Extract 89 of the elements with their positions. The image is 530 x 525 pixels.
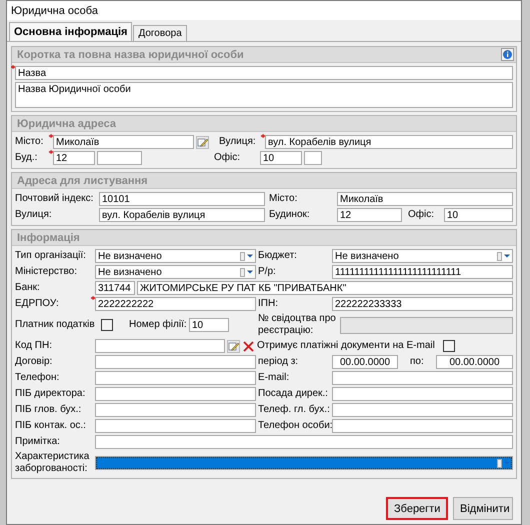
tab[interactable]: Основна інформація bbox=[9, 22, 132, 41]
text-field[interactable] bbox=[95, 387, 256, 401]
field-label: E-mail: bbox=[258, 372, 290, 384]
text-field[interactable] bbox=[332, 371, 513, 385]
field-label: Примітка: bbox=[15, 436, 61, 448]
text-field[interactable]: 2222222222 bbox=[95, 297, 256, 311]
text-area[interactable]: Назва Юридичної особи bbox=[15, 82, 513, 108]
text-field[interactable]: 12 bbox=[53, 151, 95, 165]
field-label: Телеф. гл. бух.: bbox=[258, 404, 330, 416]
edit-button[interactable] bbox=[196, 136, 209, 148]
text-field[interactable] bbox=[95, 355, 256, 369]
text-field[interactable]: вул. Корабелів вулиця bbox=[99, 208, 265, 222]
field-label: ЕДРПОУ: bbox=[15, 298, 60, 310]
dropdown-arrow-icon bbox=[497, 458, 511, 468]
field-label: Офіс: bbox=[214, 152, 242, 164]
field-label: Бюджет: bbox=[258, 250, 298, 262]
text-field[interactable] bbox=[95, 339, 225, 353]
section-title: Коротка та повна назва юридичної особи bbox=[17, 48, 244, 60]
dropdown-arrow-icon bbox=[240, 267, 254, 277]
text-field[interactable] bbox=[95, 371, 256, 385]
field-label: Платник податків bbox=[15, 319, 96, 331]
info-icon[interactable] bbox=[501, 48, 514, 61]
text-field[interactable]: вул. Корабелів вулиця bbox=[265, 135, 513, 149]
field-label: Буд.: bbox=[15, 152, 38, 164]
text-field[interactable] bbox=[95, 435, 513, 449]
text-field[interactable] bbox=[332, 387, 513, 401]
save-button[interactable]: Зберегти bbox=[386, 497, 448, 520]
field-label: Телефон: bbox=[15, 372, 60, 384]
checkbox[interactable] bbox=[101, 319, 113, 331]
dropdown[interactable] bbox=[95, 456, 513, 470]
text-field[interactable]: 311744 bbox=[95, 281, 135, 295]
field-label: Місто: bbox=[15, 136, 44, 148]
dropdown[interactable]: Не визначено bbox=[95, 249, 256, 263]
cancel-button[interactable]: Відмінити bbox=[453, 497, 513, 520]
text-field[interactable]: 11111111111111111111111111 bbox=[332, 265, 513, 279]
text-field[interactable] bbox=[97, 151, 142, 165]
field-label: Банк: bbox=[15, 282, 41, 294]
field-label: Посада дирек.: bbox=[258, 388, 329, 400]
text-field[interactable]: 10101 bbox=[99, 192, 265, 206]
field-label: період з: bbox=[258, 356, 300, 368]
dropdown-arrow-icon bbox=[240, 251, 254, 261]
edit-button[interactable] bbox=[227, 340, 240, 352]
field-label: Характеристика заборгованості: bbox=[15, 451, 90, 475]
field-label: по: bbox=[410, 356, 425, 368]
field-label: Отримує платіжні документи на E-mail bbox=[257, 340, 436, 352]
text-field[interactable]: ЖИТОМИРСЬКЕ РУ ПАТ КБ "ПРИВАТБАНК" bbox=[137, 281, 513, 295]
field-label: ПІБ глов. бух.: bbox=[15, 404, 82, 416]
field-label: Офіс: bbox=[408, 209, 436, 221]
text-field[interactable]: Миколаїв bbox=[337, 192, 513, 206]
date-field[interactable]: 00.00.0000 bbox=[436, 355, 513, 369]
text-field[interactable] bbox=[95, 419, 256, 433]
field-label: ПІБ контак. ос.: bbox=[15, 420, 87, 432]
field-label: ПІБ директора: bbox=[15, 388, 86, 400]
field-label: ІПН: bbox=[258, 298, 279, 310]
dropdown[interactable]: Не визначено bbox=[332, 249, 513, 263]
field-label: Вулиця: bbox=[15, 209, 53, 221]
field-label: № свідоцтва про реєстрацію: bbox=[258, 313, 337, 337]
field-label: Почтовий індекс: bbox=[15, 193, 94, 205]
section-title: Інформація bbox=[17, 232, 80, 244]
field-label: Р/р: bbox=[258, 266, 277, 278]
dropdown[interactable]: Не визначено bbox=[95, 265, 256, 279]
field-label: Вулиця: bbox=[219, 136, 257, 148]
text-field[interactable] bbox=[304, 151, 322, 165]
close-button[interactable] bbox=[242, 340, 255, 352]
tab[interactable]: Договора bbox=[133, 25, 187, 41]
field-label: Телефон особи: bbox=[258, 420, 330, 432]
dropdown-arrow-icon bbox=[497, 251, 511, 261]
text-field[interactable]: Назва bbox=[15, 66, 513, 80]
text-field[interactable]: 222222233333 bbox=[332, 297, 513, 311]
date-field[interactable]: 00.00.0000 bbox=[332, 355, 398, 369]
field-label: Міністерство: bbox=[15, 266, 78, 278]
field-label: Договір: bbox=[15, 356, 54, 368]
field-label: Код ПН: bbox=[15, 340, 53, 352]
field-label: Будинок: bbox=[269, 209, 311, 221]
text-field[interactable]: 12 bbox=[337, 208, 402, 222]
window-title: Юридична особа bbox=[11, 4, 98, 16]
field-label: Номер філії: bbox=[129, 319, 187, 331]
text-field[interactable]: 10 bbox=[444, 208, 513, 222]
text-field[interactable] bbox=[332, 419, 513, 433]
text-field[interactable]: Миколаїв bbox=[53, 135, 194, 149]
field-label: Тип організації: bbox=[15, 250, 87, 262]
text-field[interactable] bbox=[332, 403, 513, 417]
checkbox[interactable] bbox=[443, 340, 455, 352]
text-field[interactable]: 10 bbox=[260, 151, 302, 165]
section-title: Юридична адреса bbox=[17, 118, 116, 130]
text-field[interactable] bbox=[95, 403, 256, 417]
text-field[interactable]: 10 bbox=[189, 318, 229, 332]
section-title: Адреса для листування bbox=[17, 174, 148, 186]
field-label: Місто: bbox=[269, 193, 298, 205]
